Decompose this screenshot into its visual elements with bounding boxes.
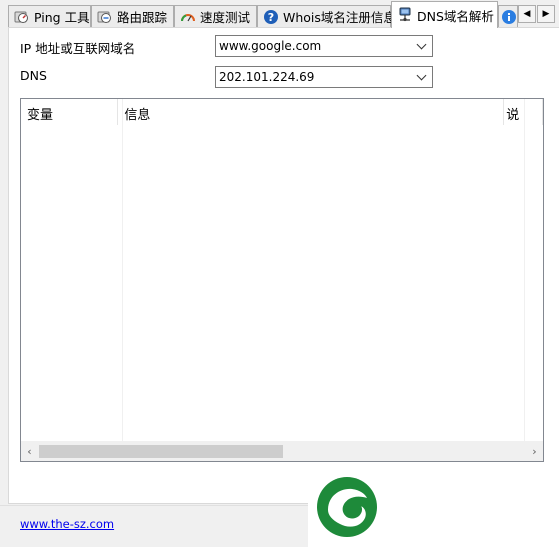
list-header: 变量 信息 说 <box>21 99 543 125</box>
tab-ping[interactable]: Ping 工具 <box>8 5 91 27</box>
tab-label: DNS域名解析 <box>417 8 494 24</box>
logo-area <box>308 470 559 547</box>
chevron-down-icon[interactable] <box>416 40 428 52</box>
tab-strip: Ping 工具 路由跟踪 速度测试 ? Whois域名注册信息 DNS域名解析 … <box>0 0 559 28</box>
svg-text:?: ? <box>268 11 274 24</box>
dns-network-icon <box>397 7 413 23</box>
arrow-left-icon: ◀ <box>523 9 531 19</box>
speed-gauge-icon <box>180 9 196 25</box>
column-divider <box>122 99 123 441</box>
app-window: Ping 工具 路由跟踪 速度测试 ? Whois域名注册信息 DNS域名解析 … <box>0 0 559 547</box>
column-divider <box>524 99 525 441</box>
horizontal-scrollbar[interactable]: ‹ › <box>21 441 543 461</box>
tab-whois[interactable]: ? Whois域名注册信息 <box>257 5 396 27</box>
tab-label: 路由跟踪 <box>117 10 168 25</box>
column-header-info[interactable]: 信息 <box>118 99 505 125</box>
tab-scroll-left-button[interactable]: ◀ <box>518 5 536 23</box>
column-header-variable[interactable]: 变量 <box>21 99 119 125</box>
host-combobox-value: www.google.com <box>219 39 322 53</box>
tab-label: Whois域名注册信息 <box>283 10 396 25</box>
brand-logo-icon <box>317 477 377 537</box>
dns-combobox-value: 202.101.224.69 <box>219 70 315 84</box>
dns-combobox[interactable]: 202.101.224.69 <box>215 66 433 88</box>
dns-label: DNS <box>20 68 47 83</box>
host-combobox[interactable]: www.google.com <box>215 35 433 57</box>
tab-scroll-right-button[interactable]: ▶ <box>537 5 555 23</box>
ping-tool-icon <box>14 9 30 25</box>
chevron-left-icon: ‹ <box>27 445 32 458</box>
chevron-down-icon[interactable] <box>416 71 428 83</box>
question-icon: ? <box>263 9 279 25</box>
tab-dns[interactable]: DNS域名解析 <box>391 1 498 28</box>
scrollbar-thumb[interactable] <box>39 445 283 458</box>
host-label: IP 地址或互联网域名 <box>20 41 136 56</box>
scroll-right-button[interactable]: › <box>526 442 543 461</box>
chevron-right-icon: › <box>532 445 537 458</box>
tab-speed-test[interactable]: 速度测试 <box>174 5 257 27</box>
route-trace-icon <box>97 9 113 25</box>
arrow-right-icon: ▶ <box>542 9 550 19</box>
list-body <box>21 125 543 441</box>
tab-label: Ping 工具 <box>34 10 90 25</box>
scroll-left-button[interactable]: ‹ <box>21 442 38 461</box>
dns-panel: IP 地址或互联网域名 www.google.com DNS 202.101.2… <box>8 27 559 504</box>
results-list-view[interactable]: 变量 信息 说 ‹ › <box>20 98 544 462</box>
website-link[interactable]: www.the-sz.com <box>20 517 114 531</box>
tab-route-trace[interactable]: 路由跟踪 <box>91 5 174 27</box>
tab-label: 速度测试 <box>200 10 251 25</box>
tab-info-partial[interactable] <box>498 5 518 27</box>
info-icon <box>501 9 517 25</box>
